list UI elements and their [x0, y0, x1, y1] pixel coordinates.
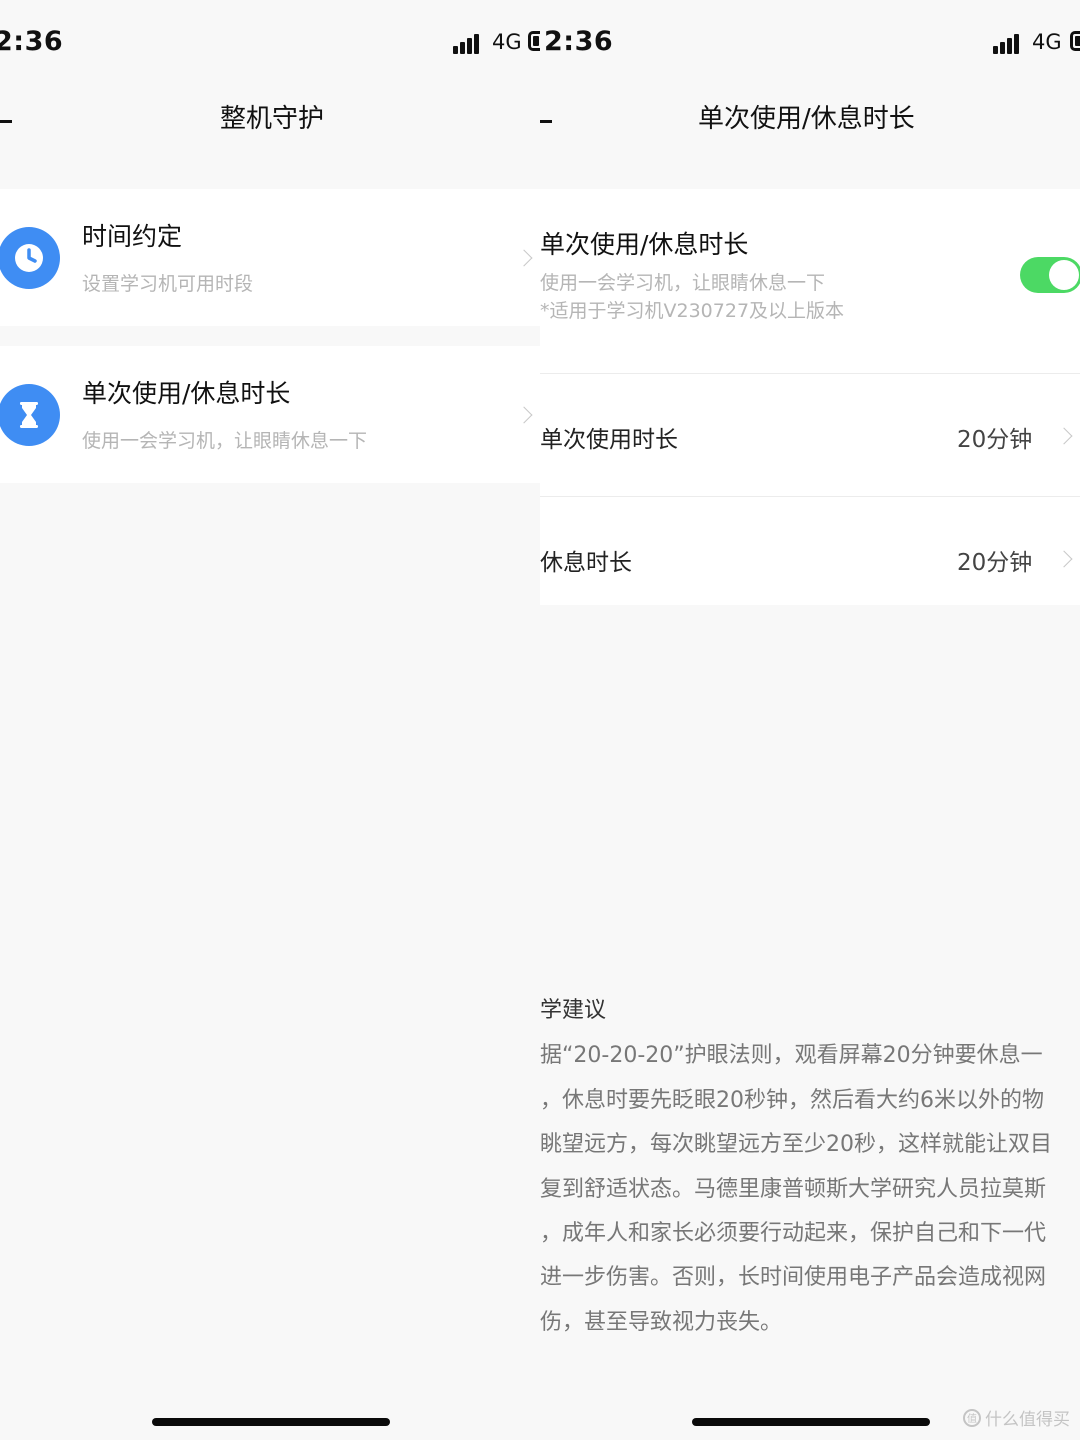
network-type: 4G — [1032, 30, 1062, 54]
tips-line: 眺望远方，每次眺望远方至少20秒，这样就能让双目 — [540, 1132, 1052, 1157]
guard-screen: 2:36 4G 整机守护 时间约定 设置学习机可用时段 单次使用/休息时长 使用… — [0, 0, 540, 1440]
status-time: 2:36 — [544, 26, 614, 57]
toggle-card: 单次使用/休息时长 使用一会学习机，让眼睛休息一下 *适用于学习机V230727… — [540, 189, 1080, 373]
battery-icon — [1070, 31, 1080, 51]
item-description: 使用一会学习机，让眼睛休息一下 — [82, 430, 368, 452]
chevron-right-icon — [515, 249, 533, 267]
status-time: 2:36 — [0, 26, 64, 57]
tips-line: ，休息时要先眨眼20秒钟，然后看大约6米以外的物 — [540, 1088, 1044, 1113]
row-label: 单次使用时长 — [540, 427, 678, 453]
page-title: 整机守护 — [220, 104, 325, 134]
setting-row-usage-duration[interactable]: 单次使用时长 20分钟 — [540, 374, 1080, 496]
screenshot-collage: 2:36 4G 整机守护 时间约定 设置学习机可用时段 单次使用/休息时长 使用… — [0, 0, 1080, 1440]
back-icon[interactable] — [0, 120, 12, 123]
setting-title: 单次使用/休息时长 — [540, 230, 749, 259]
version-note: *适用于学习机V230727及以上版本 — [540, 300, 845, 322]
page-title: 单次使用/休息时长 — [698, 104, 915, 134]
toggle-knob — [1049, 260, 1079, 290]
list-item-time-schedule[interactable]: 时间约定 设置学习机可用时段 — [0, 189, 540, 326]
tips-line: 伤，甚至导致视力丧失。 — [540, 1310, 783, 1335]
battery-icon — [528, 31, 540, 51]
clock-icon — [0, 227, 60, 289]
chevron-right-icon — [515, 406, 533, 424]
item-description: 设置学习机可用时段 — [82, 273, 254, 295]
tips-title: 学建议 — [540, 998, 607, 1023]
item-title: 单次使用/休息时长 — [82, 379, 291, 408]
tips-line: 据“20-20-20”护眼法则，观看屏幕20分钟要休息一 — [540, 1043, 1043, 1068]
chevron-right-icon — [1055, 427, 1073, 445]
setting-description: 使用一会学习机，让眼睛休息一下 — [540, 272, 826, 294]
list-item-usage-rest[interactable]: 单次使用/休息时长 使用一会学习机，让眼睛休息一下 — [0, 346, 540, 483]
signal-icon — [993, 32, 1025, 54]
watermark: 值 什么值得买 — [963, 1405, 1070, 1430]
usage-rest-screen: 2:36 4G 单次使用/休息时长 单次使用/休息时长 使用一会学习机，让眼睛休… — [540, 0, 1080, 1440]
row-value: 20分钟 — [957, 550, 1033, 576]
network-type: 4G — [492, 30, 522, 54]
usage-rest-toggle[interactable] — [1020, 257, 1080, 293]
row-label: 休息时长 — [540, 550, 632, 576]
chevron-right-icon — [1055, 550, 1073, 568]
watermark-text: 什么值得买 — [985, 1410, 1070, 1430]
hourglass-icon — [0, 384, 60, 446]
setting-row-rest-duration[interactable]: 休息时长 20分钟 — [540, 497, 1080, 605]
signal-icon — [453, 32, 485, 54]
tips-line: 复到舒适状态。马德里康普顿斯大学研究人员拉莫斯 — [540, 1177, 1047, 1202]
item-title: 时间约定 — [82, 222, 183, 251]
watermark-icon: 值 — [963, 1408, 981, 1427]
row-value: 20分钟 — [957, 427, 1033, 453]
back-icon[interactable] — [540, 120, 552, 123]
tips-line: ，成年人和家长必须要行动起来，保护自己和下一代 — [540, 1221, 1047, 1246]
home-indicator[interactable] — [152, 1418, 390, 1426]
home-indicator[interactable] — [692, 1418, 930, 1426]
tips-line: 进一步伤害。否则，长时间使用电子产品会造成视网 — [540, 1265, 1047, 1290]
